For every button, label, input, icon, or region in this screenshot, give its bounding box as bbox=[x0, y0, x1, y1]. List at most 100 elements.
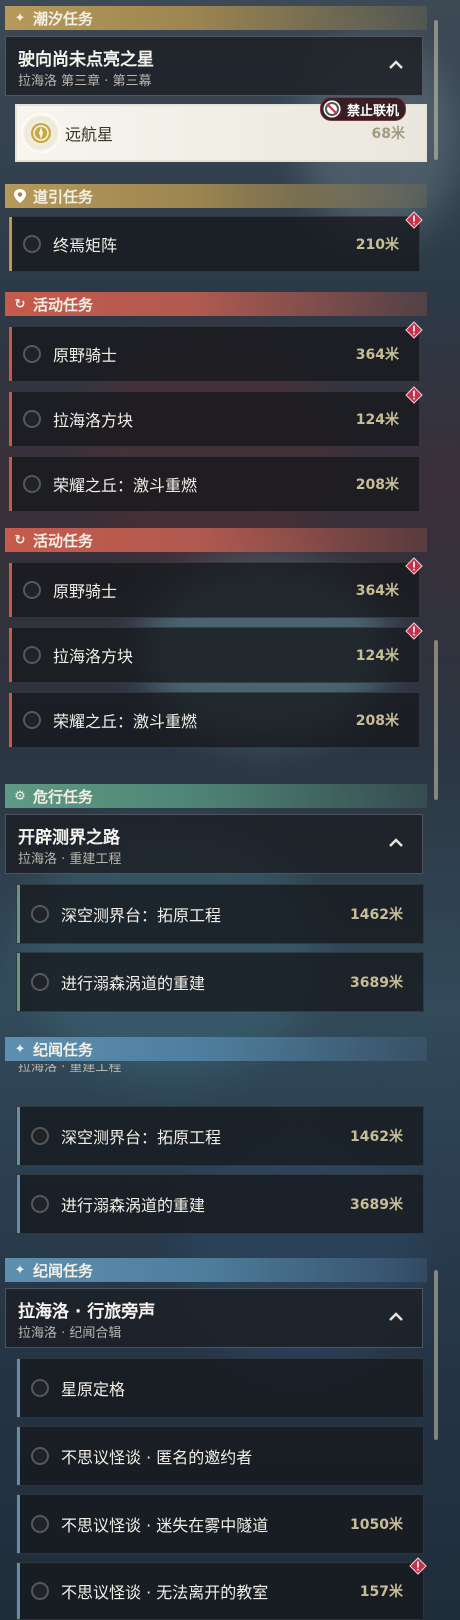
section-title: 纪闻任务 bbox=[33, 1261, 94, 1280]
section-lore[interactable]: ✦ 纪闻任务 bbox=[5, 1037, 427, 1061]
status-circle-icon bbox=[31, 1447, 49, 1465]
section-title: 纪闻任务 bbox=[33, 1040, 94, 1059]
section-activity[interactable]: ↻ 活动任务 bbox=[5, 528, 427, 552]
status-circle-icon bbox=[31, 1582, 49, 1600]
gear-icon: ⚙ bbox=[14, 788, 26, 804]
no-multiplayer-icon bbox=[322, 99, 342, 119]
scrollbar[interactable] bbox=[434, 640, 438, 800]
quest-distance: 124米 bbox=[355, 648, 399, 664]
quest-row-hill[interactable]: 荣耀之丘：激斗重燃 208米 bbox=[8, 456, 420, 512]
status-circle-icon bbox=[23, 581, 41, 599]
section-lore[interactable]: ✦ 纪闻任务 bbox=[5, 1258, 427, 1282]
scrollbar[interactable] bbox=[434, 1270, 438, 1440]
quest-distance: 1050米 bbox=[350, 1517, 403, 1533]
section-title: 潮汐任务 bbox=[33, 9, 94, 28]
status-circle-icon bbox=[31, 905, 49, 923]
swirl-icon: ↻ bbox=[14, 296, 26, 312]
quest-distance: 68米 bbox=[371, 126, 405, 142]
status-circle-icon bbox=[23, 646, 41, 664]
quest-row-vortex[interactable]: 进行溺森涡道的重建 3689米 bbox=[16, 1174, 424, 1234]
alert-icon bbox=[405, 386, 423, 404]
quest-group-voices[interactable]: 拉海洛 · 行旅旁声 拉海洛 · 纪闻合辑 bbox=[5, 1288, 423, 1348]
section-title: 道引任务 bbox=[33, 187, 94, 206]
quest-distance: 364米 bbox=[355, 583, 399, 599]
alert-icon bbox=[405, 557, 423, 575]
quest-name: 拉海洛方块 bbox=[53, 647, 134, 666]
quest-row-classroom[interactable]: 不思议怪谈 · 无法离开的教室 157米 bbox=[16, 1557, 427, 1620]
section-title: 活动任务 bbox=[33, 531, 94, 550]
quest-distance: 1462米 bbox=[350, 1129, 403, 1145]
status-circle-icon bbox=[31, 1127, 49, 1145]
quest-row-knight[interactable]: 原野骑士 364米 bbox=[8, 321, 423, 382]
quest-name: 深空测界台：拓原工程 bbox=[61, 906, 222, 925]
map-pin-icon bbox=[11, 187, 29, 205]
group-subtitle: 拉海洛 第三章 · 第三幕 bbox=[18, 74, 152, 89]
quest-group-star[interactable]: 驶向尚未点亮之星 拉海洛 第三章 · 第三幕 bbox=[5, 36, 423, 96]
quest-name: 原野骑士 bbox=[53, 346, 118, 365]
quest-row-deep-space[interactable]: 深空测界台：拓原工程 1462米 bbox=[16, 1106, 424, 1166]
no-coop-badge: 禁止联机 bbox=[320, 97, 407, 121]
alert-icon bbox=[409, 1557, 427, 1575]
section-activity[interactable]: ↻ 活动任务 bbox=[5, 292, 427, 316]
quest-name: 拉海洛方块 bbox=[53, 411, 134, 430]
alert-icon bbox=[405, 321, 423, 339]
swirl-icon: ↻ bbox=[14, 532, 26, 548]
quest-name: 远航星 bbox=[65, 125, 114, 144]
alert-icon bbox=[405, 211, 423, 229]
sparkle-icon: ✦ bbox=[14, 1262, 26, 1278]
group-title: 驶向尚未点亮之星 bbox=[18, 50, 154, 70]
quest-group-survey[interactable]: 开辟测界之路 拉海洛 · 重建工程 bbox=[5, 814, 423, 874]
chevron-up-icon[interactable] bbox=[388, 57, 404, 73]
status-circle-icon bbox=[23, 345, 41, 363]
quest-distance: 3689米 bbox=[350, 1197, 403, 1213]
quest-panel: ✦ 潮汐任务 驶向尚未点亮之星 拉海洛 第三章 · 第三幕 远航星 68米 禁止… bbox=[0, 0, 446, 1620]
quest-row-matrix[interactable]: 终焉矩阵 210米 bbox=[8, 211, 423, 272]
quest-distance: 208米 bbox=[355, 477, 399, 493]
chevron-up-icon[interactable] bbox=[388, 835, 404, 851]
group-title: 开辟测界之路 bbox=[18, 828, 120, 848]
section-guide[interactable]: 道引任务 bbox=[5, 184, 427, 208]
quest-distance: 210米 bbox=[355, 237, 399, 253]
quest-name: 不思议怪谈 · 匿名的邀约者 bbox=[61, 1448, 253, 1467]
quest-name: 星原定格 bbox=[61, 1380, 126, 1399]
quest-row-cube[interactable]: 拉海洛方块 124米 bbox=[8, 386, 423, 447]
alert-icon bbox=[405, 622, 423, 640]
quest-name: 原野骑士 bbox=[53, 582, 118, 601]
sparkle-icon: ✦ bbox=[14, 10, 26, 26]
status-circle-icon bbox=[31, 1379, 49, 1397]
sparkle-icon: ✦ bbox=[14, 1041, 26, 1057]
quest-name: 进行溺森涡道的重建 bbox=[61, 1196, 206, 1215]
quest-row-tunnel[interactable]: 不思议怪谈 · 迷失在雾中隧道 1050米 bbox=[16, 1494, 424, 1554]
quest-distance: 157米 bbox=[359, 1584, 403, 1600]
quest-distance: 124米 bbox=[355, 412, 399, 428]
quest-distance: 208米 bbox=[355, 713, 399, 729]
status-circle-icon bbox=[23, 475, 41, 493]
quest-name: 进行溺森涡道的重建 bbox=[61, 974, 206, 993]
group-subtitle: 拉海洛 · 纪闻合辑 bbox=[18, 1326, 122, 1341]
section-title: 危行任务 bbox=[33, 787, 94, 806]
quest-row-hill[interactable]: 荣耀之丘：激斗重燃 208米 bbox=[8, 692, 420, 748]
group-subtitle: 拉海洛 · 重建工程 bbox=[18, 852, 122, 867]
quest-distance: 364米 bbox=[355, 347, 399, 363]
scrollbar[interactable] bbox=[434, 20, 438, 160]
quest-row-knight[interactable]: 原野骑士 364米 bbox=[8, 557, 423, 618]
quest-name: 终焉矩阵 bbox=[53, 236, 118, 255]
quest-name: 不思议怪谈 · 迷失在雾中隧道 bbox=[61, 1516, 269, 1535]
quest-row-invite[interactable]: 不思议怪谈 · 匿名的邀约者 bbox=[16, 1426, 424, 1486]
quest-name: 荣耀之丘：激斗重燃 bbox=[53, 712, 198, 731]
quest-row-star-field[interactable]: 星原定格 bbox=[16, 1358, 424, 1418]
quest-name: 深空测界台：拓原工程 bbox=[61, 1128, 222, 1147]
quest-row-cube[interactable]: 拉海洛方块 124米 bbox=[8, 622, 423, 683]
quest-name: 荣耀之丘：激斗重燃 bbox=[53, 476, 198, 495]
status-circle-icon bbox=[23, 410, 41, 428]
cut-subtitle: 拉海洛 · 重建工程 bbox=[18, 1064, 122, 1075]
quest-row-deep-space[interactable]: 深空测界台：拓原工程 1462米 bbox=[16, 884, 424, 944]
status-circle-icon bbox=[23, 235, 41, 253]
group-title: 拉海洛 · 行旅旁声 bbox=[18, 1302, 156, 1322]
section-tide[interactable]: ✦ 潮汐任务 bbox=[5, 6, 427, 30]
status-circle-icon bbox=[23, 711, 41, 729]
chevron-up-icon[interactable] bbox=[388, 1309, 404, 1325]
quest-distance: 3689米 bbox=[350, 975, 403, 991]
quest-row-vortex[interactable]: 进行溺森涡道的重建 3689米 bbox=[16, 952, 424, 1012]
section-danger[interactable]: ⚙ 危行任务 bbox=[5, 784, 427, 808]
